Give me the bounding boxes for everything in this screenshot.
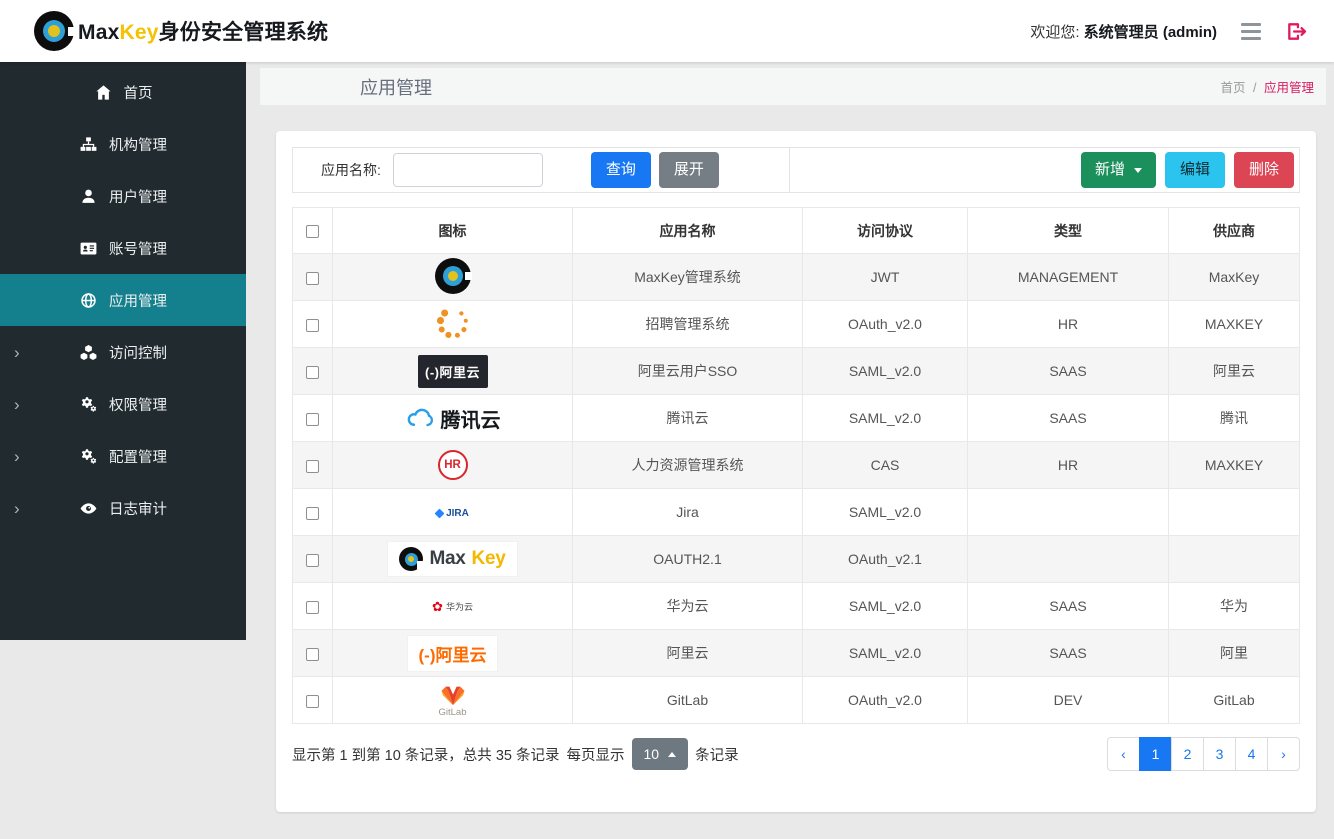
page-button-1[interactable]: 1 [1140,737,1172,771]
eye-icon [79,499,98,518]
gears-icon [79,447,98,466]
sidebar-item-audit[interactable]: › 日志审计 [0,482,246,534]
sidebar-item-accounts[interactable]: 账号管理 [0,222,246,274]
page-button-2[interactable]: 2 [1172,737,1204,771]
table-row[interactable]: HR 人力资源管理系统 CAS HR MAXKEY [293,442,1300,489]
sidebar: 首页 机构管理 用户管理 账号管理 应用管理 › 访问控制 [0,62,246,839]
app-icon-maxkey [435,258,471,294]
sidebar-item-apps[interactable]: 应用管理 [0,274,246,326]
top-navbar: MaxKey身份安全管理系统 欢迎您: 系统管理员 (admin) [0,0,1334,62]
user-icon [79,187,98,206]
row-checkbox[interactable] [306,601,319,614]
delete-button[interactable]: 删除 [1234,152,1294,188]
add-button[interactable]: 新增 [1081,152,1156,188]
table-row[interactable]: (-)阿里云 阿里云 SAML_v2.0 SAAS 阿里 [293,630,1300,677]
home-icon [94,83,113,102]
page-buttons: ‹ 1 2 3 4 › [1108,737,1300,771]
main-content: 应用管理 首页 / 应用管理 应用名称: 查询 展开 新增 [246,62,1334,839]
query-button[interactable]: 查询 [591,152,651,188]
row-checkbox[interactable] [306,319,319,332]
col-type: 类型 [968,208,1169,254]
sidebar-item-users[interactable]: 用户管理 [0,170,246,222]
chevron-right-icon: › [14,396,20,413]
next-page-button[interactable]: › [1268,737,1300,771]
globe-icon [79,291,98,310]
breadcrumb: 首页 / 应用管理 [1221,77,1314,96]
pagination-info: 显示第 1 到第 10 条记录，总共 35 条记录 [292,744,560,765]
select-all-checkbox[interactable] [306,225,319,238]
table-row[interactable]: ✿华为云 华为云 SAML_v2.0 SAAS 华为 [293,583,1300,630]
edit-button[interactable]: 编辑 [1165,152,1225,188]
sidebar-item-home[interactable]: 首页 [0,66,246,118]
logout-icon[interactable] [1285,20,1308,43]
row-checkbox[interactable] [306,366,319,379]
row-checkbox[interactable] [306,413,319,426]
sitemap-icon [79,135,98,154]
chevron-right-icon: › [14,500,20,517]
table-row[interactable]: JIRA Jira SAML_v2.0 [293,489,1300,536]
main-card: 应用名称: 查询 展开 新增 编辑 删除 [276,131,1316,812]
prev-page-button[interactable]: ‹ [1108,737,1140,771]
app-icon-maxkey-wordmark: MaxKey [387,541,517,577]
caret-down-icon [1134,168,1142,173]
row-checkbox[interactable] [306,554,319,567]
table-row[interactable]: (-)阿里云 阿里云用户SSO SAML_v2.0 SAAS 阿里云 [293,348,1300,395]
search-toolbar: 应用名称: 查询 展开 新增 编辑 删除 [292,147,1300,193]
id-card-icon [79,239,98,258]
sidebar-item-access-control[interactable]: › 访问控制 [0,326,246,378]
col-app-name: 应用名称 [573,208,803,254]
app-name-input[interactable] [393,153,543,187]
table-row[interactable]: MaxKey管理系统 JWT MANAGEMENT MaxKey [293,254,1300,301]
current-user: 系统管理员 (admin) [1084,24,1217,41]
sidebar-item-config[interactable]: › 配置管理 [0,430,246,482]
app-name-label: 应用名称: [321,160,381,180]
brand-link[interactable]: MaxKey身份安全管理系统 [34,11,328,51]
page-title: 应用管理 [360,74,432,100]
row-checkbox[interactable] [306,507,319,520]
row-checkbox[interactable] [306,648,319,661]
pagination: 显示第 1 到第 10 条记录，总共 35 条记录 每页显示 10 条记录 ‹ … [292,737,1300,771]
page-button-3[interactable]: 3 [1204,737,1236,771]
table-row[interactable]: 招聘管理系统 OAuth_v2.0 HR MAXKEY [293,301,1300,348]
app-icon-gitlab: GitLab [439,683,467,718]
chevron-right-icon: › [14,448,20,465]
app-icon-aliyun-orange: (-)阿里云 [407,635,499,672]
sidebar-item-org[interactable]: 机构管理 [0,118,246,170]
col-icon: 图标 [333,208,573,254]
app-icon-hr: HR [438,450,468,480]
page-size-dropdown[interactable]: 10 [632,738,689,770]
cubes-icon [79,343,98,362]
content-header: 应用管理 首页 / 应用管理 [260,68,1326,105]
row-checkbox[interactable] [306,695,319,708]
app-icon-jira: JIRA [436,508,469,519]
app-icon-aliyun-dark: (-)阿里云 [418,355,488,388]
app-icon-spinner-dots [435,305,471,341]
page-button-4[interactable]: 4 [1236,737,1268,771]
expand-button[interactable]: 展开 [659,152,719,188]
caret-up-icon [668,752,676,757]
gears-icon [79,395,98,414]
breadcrumb-current: 应用管理 [1264,81,1314,95]
app-icon-huawei-cloud: ✿华为云 [432,600,473,613]
app-icon-tencent-cloud: 腾讯云 [405,404,501,433]
col-vendor: 供应商 [1169,208,1300,254]
table-header-row: 图标 应用名称 访问协议 类型 供应商 [293,208,1300,254]
welcome-text: 欢迎您: 系统管理员 (admin) [1030,21,1217,42]
col-protocol: 访问协议 [803,208,968,254]
table-row[interactable]: 腾讯云 腾讯云 SAML_v2.0 SAAS 腾讯 [293,395,1300,442]
chevron-right-icon: › [14,344,20,361]
row-checkbox[interactable] [306,272,319,285]
brand-title: MaxKey身份安全管理系统 [78,16,328,46]
breadcrumb-home-link[interactable]: 首页 [1221,81,1246,95]
apps-table: 图标 应用名称 访问协议 类型 供应商 MaxKey管理系统 JWT [292,207,1300,724]
table-row[interactable]: GitLab GitLab OAuth_v2.0 DEV GitLab [293,677,1300,724]
maxkey-logo-icon [34,11,74,51]
menu-toggle-icon[interactable] [1241,23,1261,40]
row-checkbox[interactable] [306,460,319,473]
sidebar-item-permissions[interactable]: › 权限管理 [0,378,246,430]
table-row[interactable]: MaxKey OAUTH2.1 OAuth_v2.1 [293,536,1300,583]
